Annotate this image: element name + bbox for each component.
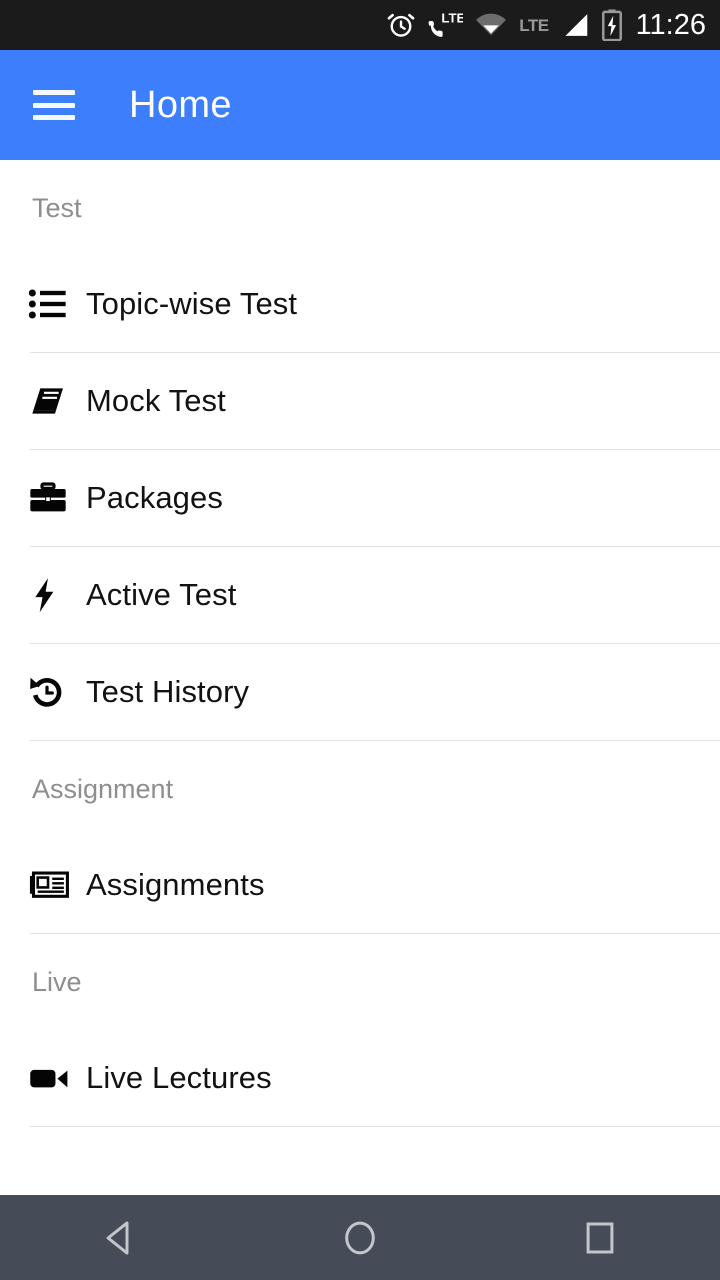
list-item-label: Assignments — [86, 867, 265, 902]
section-header-test: Test — [32, 192, 82, 223]
status-bar-clock: 11:26 — [635, 8, 706, 41]
newspaper-icon — [28, 868, 74, 902]
list-item-live-lectures[interactable]: Live Lectures — [0, 1030, 720, 1126]
list-item-label: Packages — [86, 480, 223, 515]
list-item-label: Mock Test — [86, 383, 226, 418]
history-icon — [28, 675, 74, 709]
call-lte-icon: LTE — [427, 10, 463, 40]
nav-recents-button[interactable] — [540, 1195, 660, 1280]
home-circle-icon — [345, 1221, 375, 1254]
list-item-assignments[interactable]: Assignments — [0, 837, 720, 933]
list-item-label: Active Test — [86, 577, 237, 612]
status-bar-icons: LTE LTE — [386, 9, 622, 41]
status-bar: LTE LTE 11:26 — [0, 0, 720, 50]
section-header-live: Live — [32, 966, 82, 997]
list-item-label: Test History — [86, 674, 250, 709]
video-camera-icon — [28, 1061, 74, 1095]
signal-icon — [560, 11, 590, 39]
battery-charging-icon — [601, 9, 623, 41]
recents-square-icon — [586, 1222, 614, 1253]
list-item-topic-wise-test[interactable]: Topic-wise Test — [0, 256, 720, 352]
wifi-icon — [474, 12, 508, 38]
list-item-test-history[interactable]: Test History — [0, 644, 720, 740]
phone-screen: LTE LTE 11:26 Home Test Topic-wise Test … — [0, 0, 720, 1280]
menu-list[interactable]: Test Topic-wise Test Mock Test Packages … — [0, 160, 720, 1195]
nav-back-button[interactable] — [60, 1195, 180, 1280]
lte-text: LTE — [519, 15, 549, 35]
list-item-mock-test[interactable]: Mock Test — [0, 353, 720, 449]
nav-home-button[interactable] — [300, 1195, 420, 1280]
briefcase-icon — [28, 481, 74, 515]
hamburger-menu-icon[interactable] — [33, 90, 75, 120]
book-icon — [28, 384, 74, 418]
section-header-assignment: Assignment — [32, 773, 174, 804]
list-item-packages[interactable]: Packages — [0, 450, 720, 546]
svg-text:LTE: LTE — [442, 11, 464, 26]
android-navigation-bar — [0, 1195, 720, 1280]
page-title: Home — [129, 83, 232, 126]
back-triangle-icon — [106, 1220, 129, 1255]
alarm-icon — [386, 10, 416, 40]
list-item-active-test[interactable]: Active Test — [0, 547, 720, 643]
list-bullet-icon — [28, 287, 74, 321]
divider — [30, 1126, 720, 1127]
list-item-label: Topic-wise Test — [86, 286, 298, 321]
app-bar: Home — [0, 50, 720, 160]
list-item-label: Live Lectures — [86, 1060, 272, 1095]
lightning-bolt-icon — [28, 577, 74, 613]
